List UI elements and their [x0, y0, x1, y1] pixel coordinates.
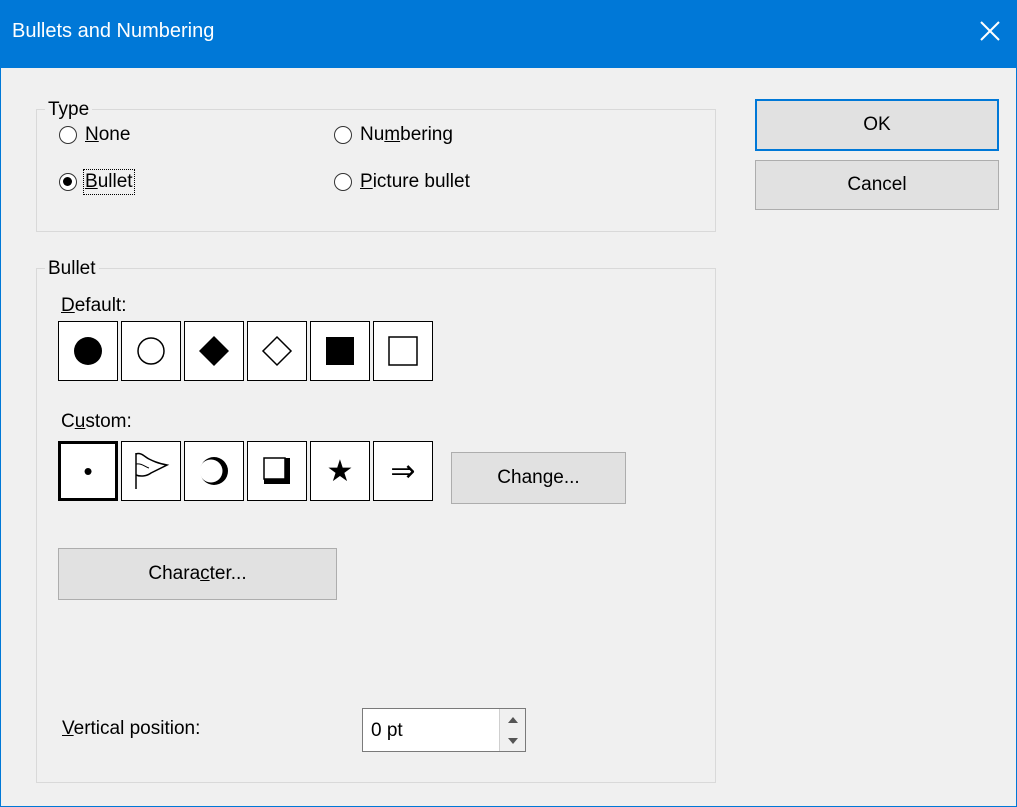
change-button[interactable]: Change... [451, 452, 626, 504]
caret-down-icon [507, 737, 518, 744]
vertical-position-value[interactable]: 0 pt [371, 720, 403, 742]
custom-label: Custom: [61, 411, 132, 432]
custom-bullet-star[interactable]: ★ [310, 441, 370, 501]
star-icon: ★ [326, 454, 354, 488]
hollow-square-icon [388, 336, 418, 366]
default-bullet-filled-circle[interactable] [58, 321, 118, 381]
radio-bullet-label: Bullet [83, 169, 135, 195]
spin-down-button[interactable] [500, 730, 525, 751]
hollow-diamond-icon [261, 335, 293, 367]
default-bullet-row [58, 321, 436, 381]
character-button[interactable]: Chara c ter... [58, 548, 337, 600]
radio-circle[interactable] [334, 126, 352, 144]
filled-circle-icon [74, 337, 102, 365]
default-bullet-hollow-circle[interactable] [121, 321, 181, 381]
flag-icon [135, 452, 170, 489]
type-legend: Type [48, 99, 90, 120]
default-bullet-hollow-diamond[interactable] [247, 321, 307, 381]
custom-bullet-row: • ★ ⇒ [58, 441, 436, 501]
default-bullet-filled-diamond[interactable] [184, 321, 244, 381]
double-arrow-icon: ⇒ [390, 454, 416, 488]
custom-bullet-shaded-circle[interactable] [184, 441, 244, 501]
radio-picture-bullet-label: Picture bullet [360, 171, 470, 192]
cancel-button[interactable]: Cancel [755, 160, 999, 210]
radio-bullet[interactable]: Bullet [59, 169, 135, 195]
radio-numbering-label: Numbering [360, 124, 453, 145]
ok-button[interactable]: OK [755, 99, 999, 151]
radio-numbering[interactable]: Numbering [334, 122, 453, 148]
window-title: Bullets and Numbering [12, 20, 215, 42]
bullet-legend: Bullet [48, 258, 96, 279]
custom-bullet-small-dot[interactable]: • [58, 441, 118, 501]
close-icon[interactable] [977, 18, 1003, 44]
custom-bullet-flag[interactable] [121, 441, 181, 501]
shaded-circle-icon [199, 457, 228, 485]
spinner-buttons [499, 709, 525, 751]
custom-bullet-shadowed-square[interactable] [247, 441, 307, 501]
radio-none[interactable]: None [59, 122, 130, 148]
radio-circle-checked[interactable] [59, 173, 77, 191]
hollow-circle-icon [137, 337, 165, 365]
shadowed-square-icon [263, 457, 290, 484]
default-bullet-filled-square[interactable] [310, 321, 370, 381]
type-group: Type [36, 100, 716, 232]
filled-square-icon [326, 337, 354, 365]
custom-bullet-double-arrow[interactable]: ⇒ [373, 441, 433, 501]
radio-circle[interactable] [334, 173, 352, 191]
caret-up-icon [507, 716, 518, 723]
small-dot-icon: • [83, 455, 93, 486]
radio-none-label: None [85, 124, 131, 145]
dialog-body: Type None Numbering Bullet Picture bulle… [0, 68, 1017, 807]
radio-circle[interactable] [59, 126, 77, 144]
default-bullet-hollow-square[interactable] [373, 321, 433, 381]
filled-diamond-icon [199, 336, 229, 366]
vertical-position-label: Vertical position: [62, 718, 201, 739]
spin-up-button[interactable] [500, 709, 525, 731]
vertical-position-spinner[interactable]: 0 pt [362, 708, 526, 752]
radio-picture-bullet[interactable]: Picture bullet [334, 169, 470, 195]
title-bar: Bullets and Numbering [0, 0, 1017, 68]
default-label: Default: [61, 295, 127, 316]
